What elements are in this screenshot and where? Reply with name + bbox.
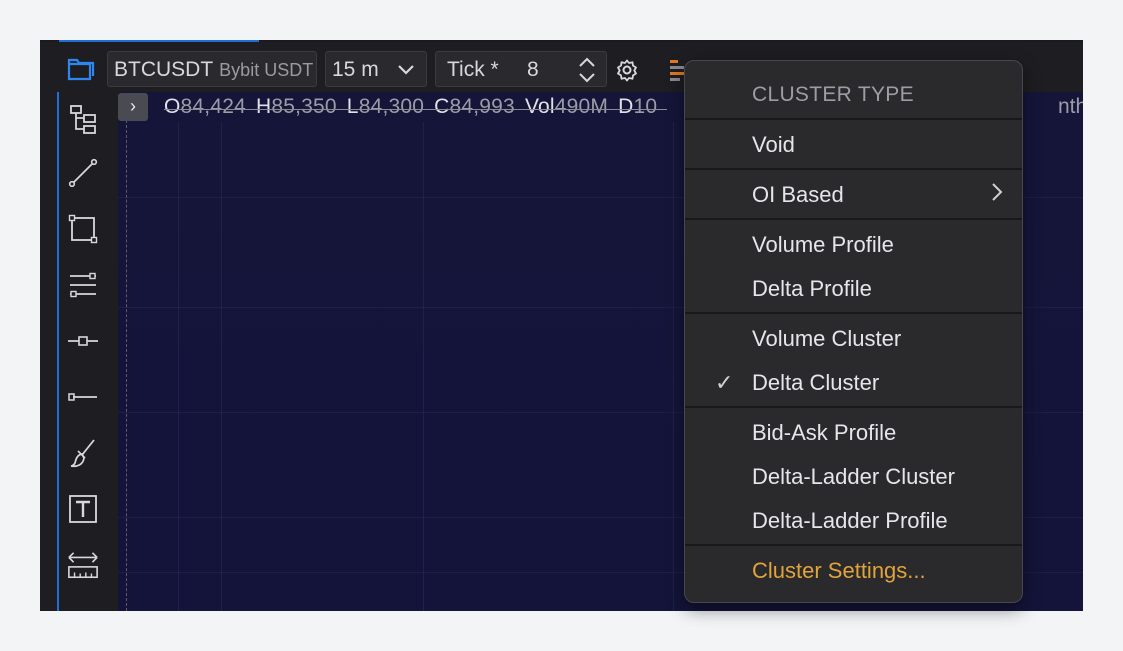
high-value: 85,350 — [271, 95, 337, 118]
chevron-right-icon — [990, 174, 1004, 218]
gear-icon[interactable] — [615, 58, 639, 87]
drawing-tools-sidebar — [40, 92, 118, 611]
menu-separator — [685, 218, 1022, 220]
menu-item-volume-cluster[interactable]: Volume Cluster — [685, 317, 1022, 361]
menu-item-delta-ladder-cluster[interactable]: Delta-Ladder Cluster — [685, 455, 1022, 499]
menu-separator — [685, 118, 1022, 120]
close-label: C — [434, 95, 450, 118]
menu-header: CLUSTER TYPE — [752, 83, 914, 106]
text-icon[interactable] — [67, 492, 99, 526]
spinner-icon[interactable] — [578, 56, 596, 96]
low-label: L — [346, 95, 359, 118]
interval-value: 15 m — [332, 58, 379, 81]
trend-line-icon[interactable] — [67, 156, 99, 190]
menu-item-label: Delta-Ladder Cluster — [752, 464, 955, 489]
ohlc-legend: O84,424 H85,350 L84,300 C84,993 Vol490M D10 — [164, 95, 668, 119]
menu-separator — [685, 168, 1022, 170]
delta-label: D — [618, 95, 634, 118]
menu-item-void[interactable]: Void — [685, 123, 1022, 167]
menu-item-label: Volume Cluster — [752, 326, 902, 351]
interval-selector[interactable]: 15 m — [325, 51, 427, 87]
legend-strike — [164, 109, 668, 110]
menu-item-delta-cluster[interactable]: ✓ Delta Cluster — [685, 361, 1022, 405]
menu-item-delta-profile[interactable]: Delta Profile — [685, 267, 1022, 311]
anchor-tree-icon[interactable] — [67, 102, 99, 136]
menu-item-delta-ladder-profile[interactable]: Delta-Ladder Profile — [685, 499, 1022, 543]
low-value: 84,300 — [358, 95, 425, 118]
menu-item-label: Delta-Ladder Profile — [752, 508, 948, 533]
cluster-settings-item[interactable]: Cluster Settings... — [685, 549, 1022, 593]
checkmark-icon: ✓ — [715, 370, 734, 395]
menu-separator — [685, 406, 1022, 408]
grid-line — [178, 122, 179, 611]
volume-value: 490M — [554, 95, 609, 118]
menu-item-label: OI Based — [752, 182, 844, 207]
menu-item-label: Volume Profile — [752, 232, 894, 257]
chevron-right-icon: › — [130, 96, 136, 116]
menu-item-label: Bid-Ask Profile — [752, 420, 897, 445]
ray-line-icon[interactable] — [67, 380, 99, 414]
indicator-label-truncated: ntheti — [1058, 95, 1083, 118]
menu-separator — [685, 544, 1022, 546]
folder-icon[interactable] — [66, 56, 96, 82]
menu-item-label: Void — [752, 132, 795, 157]
menu-item-volume-profile[interactable]: Volume Profile — [685, 223, 1022, 267]
tick-size-control[interactable]: Tick * 8 — [435, 51, 607, 87]
rectangle-icon[interactable] — [67, 212, 99, 246]
grid-line — [423, 122, 424, 611]
brush-icon[interactable] — [67, 436, 99, 470]
grid-line — [673, 122, 674, 611]
tick-value[interactable]: 8 — [527, 52, 539, 88]
volume-label: Vol — [524, 95, 555, 118]
horizontal-ray-icon[interactable] — [67, 324, 99, 358]
menu-item-label: Delta Profile — [752, 276, 872, 301]
delta-value: 10 — [633, 95, 658, 118]
close-value: 84,993 — [449, 95, 515, 118]
ruler-icon[interactable] — [67, 548, 99, 582]
menu-item-label: Delta Cluster — [752, 370, 880, 395]
open-value: 84,424 — [180, 95, 246, 118]
expand-legend-button[interactable]: › — [118, 93, 148, 121]
open-label: O — [164, 95, 181, 118]
grid-line — [221, 122, 222, 611]
symbol-selector[interactable]: BTCUSDT Bybit USDT — [107, 51, 317, 87]
symbol-name: BTCUSDT — [114, 58, 214, 81]
sidebar-accent — [57, 92, 59, 611]
menu-item-oi-based[interactable]: OI Based — [685, 173, 1022, 217]
exchange-name: Bybit USDT — [219, 60, 314, 80]
tick-label: Tick * — [447, 58, 499, 81]
crosshair-line — [126, 120, 127, 611]
menu-separator — [685, 312, 1022, 314]
parallel-channel-icon[interactable] — [67, 268, 99, 302]
high-label: H — [255, 95, 272, 118]
menu-item-bid-ask-profile[interactable]: Bid-Ask Profile — [685, 411, 1022, 455]
cluster-type-menu: CLUSTER TYPE Void OI Based Volume Profil… — [684, 60, 1023, 603]
